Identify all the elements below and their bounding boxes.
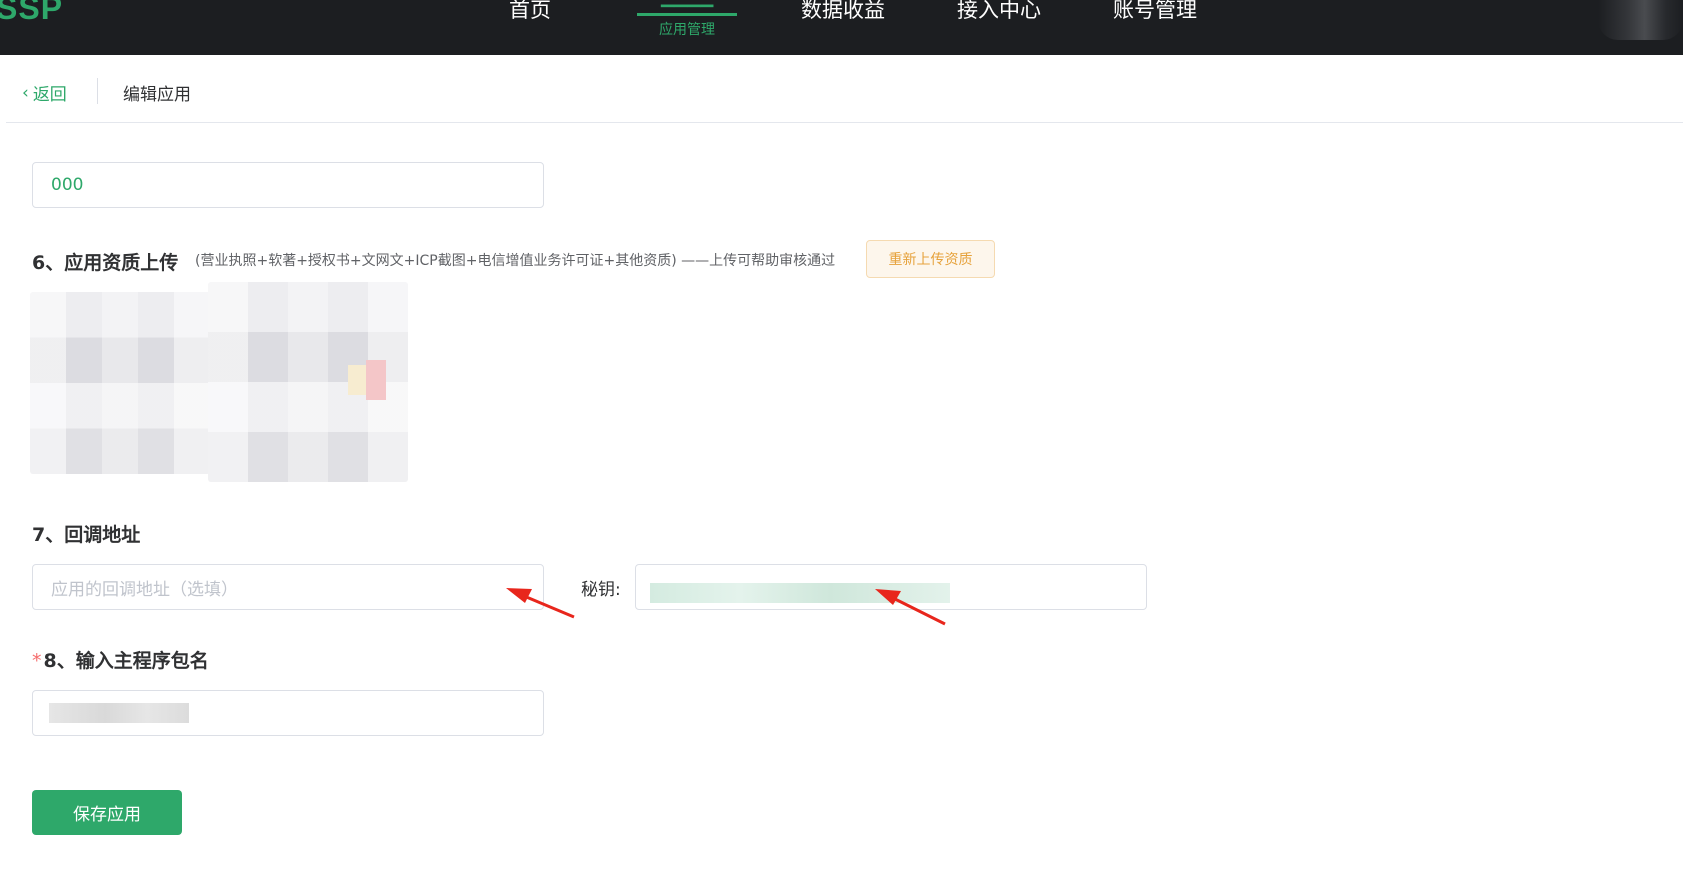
previous-field-input[interactable]: 000 — [32, 162, 544, 208]
section-7-title: 7、回调地址 — [32, 524, 141, 546]
section-8-title-text: 8、输入主程序包名 — [43, 650, 209, 672]
back-label: 返回 — [32, 85, 67, 105]
package-name-input[interactable] — [32, 690, 544, 736]
qualification-image-2-detail — [366, 360, 386, 400]
nav-active-sub-label: 应用管理 — [659, 22, 715, 38]
section-6-hint: (营业执照+软著+授权书+文网文+ICP截图+电信增值业务许可证+其他资质) —… — [195, 253, 836, 269]
package-name-redacted — [49, 703, 189, 723]
back-button[interactable]: ‹ 返回 — [22, 80, 67, 106]
user-avatar[interactable] — [1598, 0, 1683, 40]
nav-item-account-management[interactable]: 账号管理 — [1113, 0, 1197, 24]
qualification-image-2-detail-2 — [348, 365, 366, 395]
qualification-image-1[interactable] — [30, 292, 210, 474]
secret-key-redacted — [650, 583, 950, 603]
nav-item-app-management[interactable]: ▁▁▁▁ 应用管理 — [635, 0, 739, 55]
secret-key-input[interactable] — [635, 564, 1147, 610]
page-title: 编辑应用 — [123, 85, 191, 105]
nav-active-underline — [637, 13, 737, 16]
nav-item-home[interactable]: 首页 — [509, 0, 551, 24]
header-divider — [97, 78, 98, 104]
save-app-button[interactable]: 保存应用 — [32, 790, 182, 835]
section-6-title: 6、应用资质上传 — [32, 252, 179, 274]
chevron-left-icon: ‹ — [22, 82, 29, 103]
callback-url-input[interactable]: 应用的回调地址（选填） — [32, 564, 544, 610]
nav-item-access-center[interactable]: 接入中心 — [957, 0, 1041, 24]
callback-url-placeholder: 应用的回调地址（选填） — [51, 579, 238, 600]
secret-key-label: 秘钥: — [581, 580, 621, 600]
header-separator — [6, 122, 1683, 123]
previous-field-value: 000 — [51, 175, 84, 195]
nav-active-label: ▁▁▁▁ — [635, 0, 739, 8]
nav-item-data-revenue[interactable]: 数据收益 — [801, 0, 885, 24]
section-8-title: * 8、输入主程序包名 — [32, 646, 209, 673]
logo[interactable]: SSP — [0, 0, 63, 27]
top-nav-bar: SSP 首页 ▁▁▁▁ 应用管理 数据收益 接入中心 账号管理 — [0, 0, 1683, 55]
reupload-qualification-button[interactable]: 重新上传资质 — [866, 240, 995, 278]
required-asterisk: * — [32, 650, 42, 672]
